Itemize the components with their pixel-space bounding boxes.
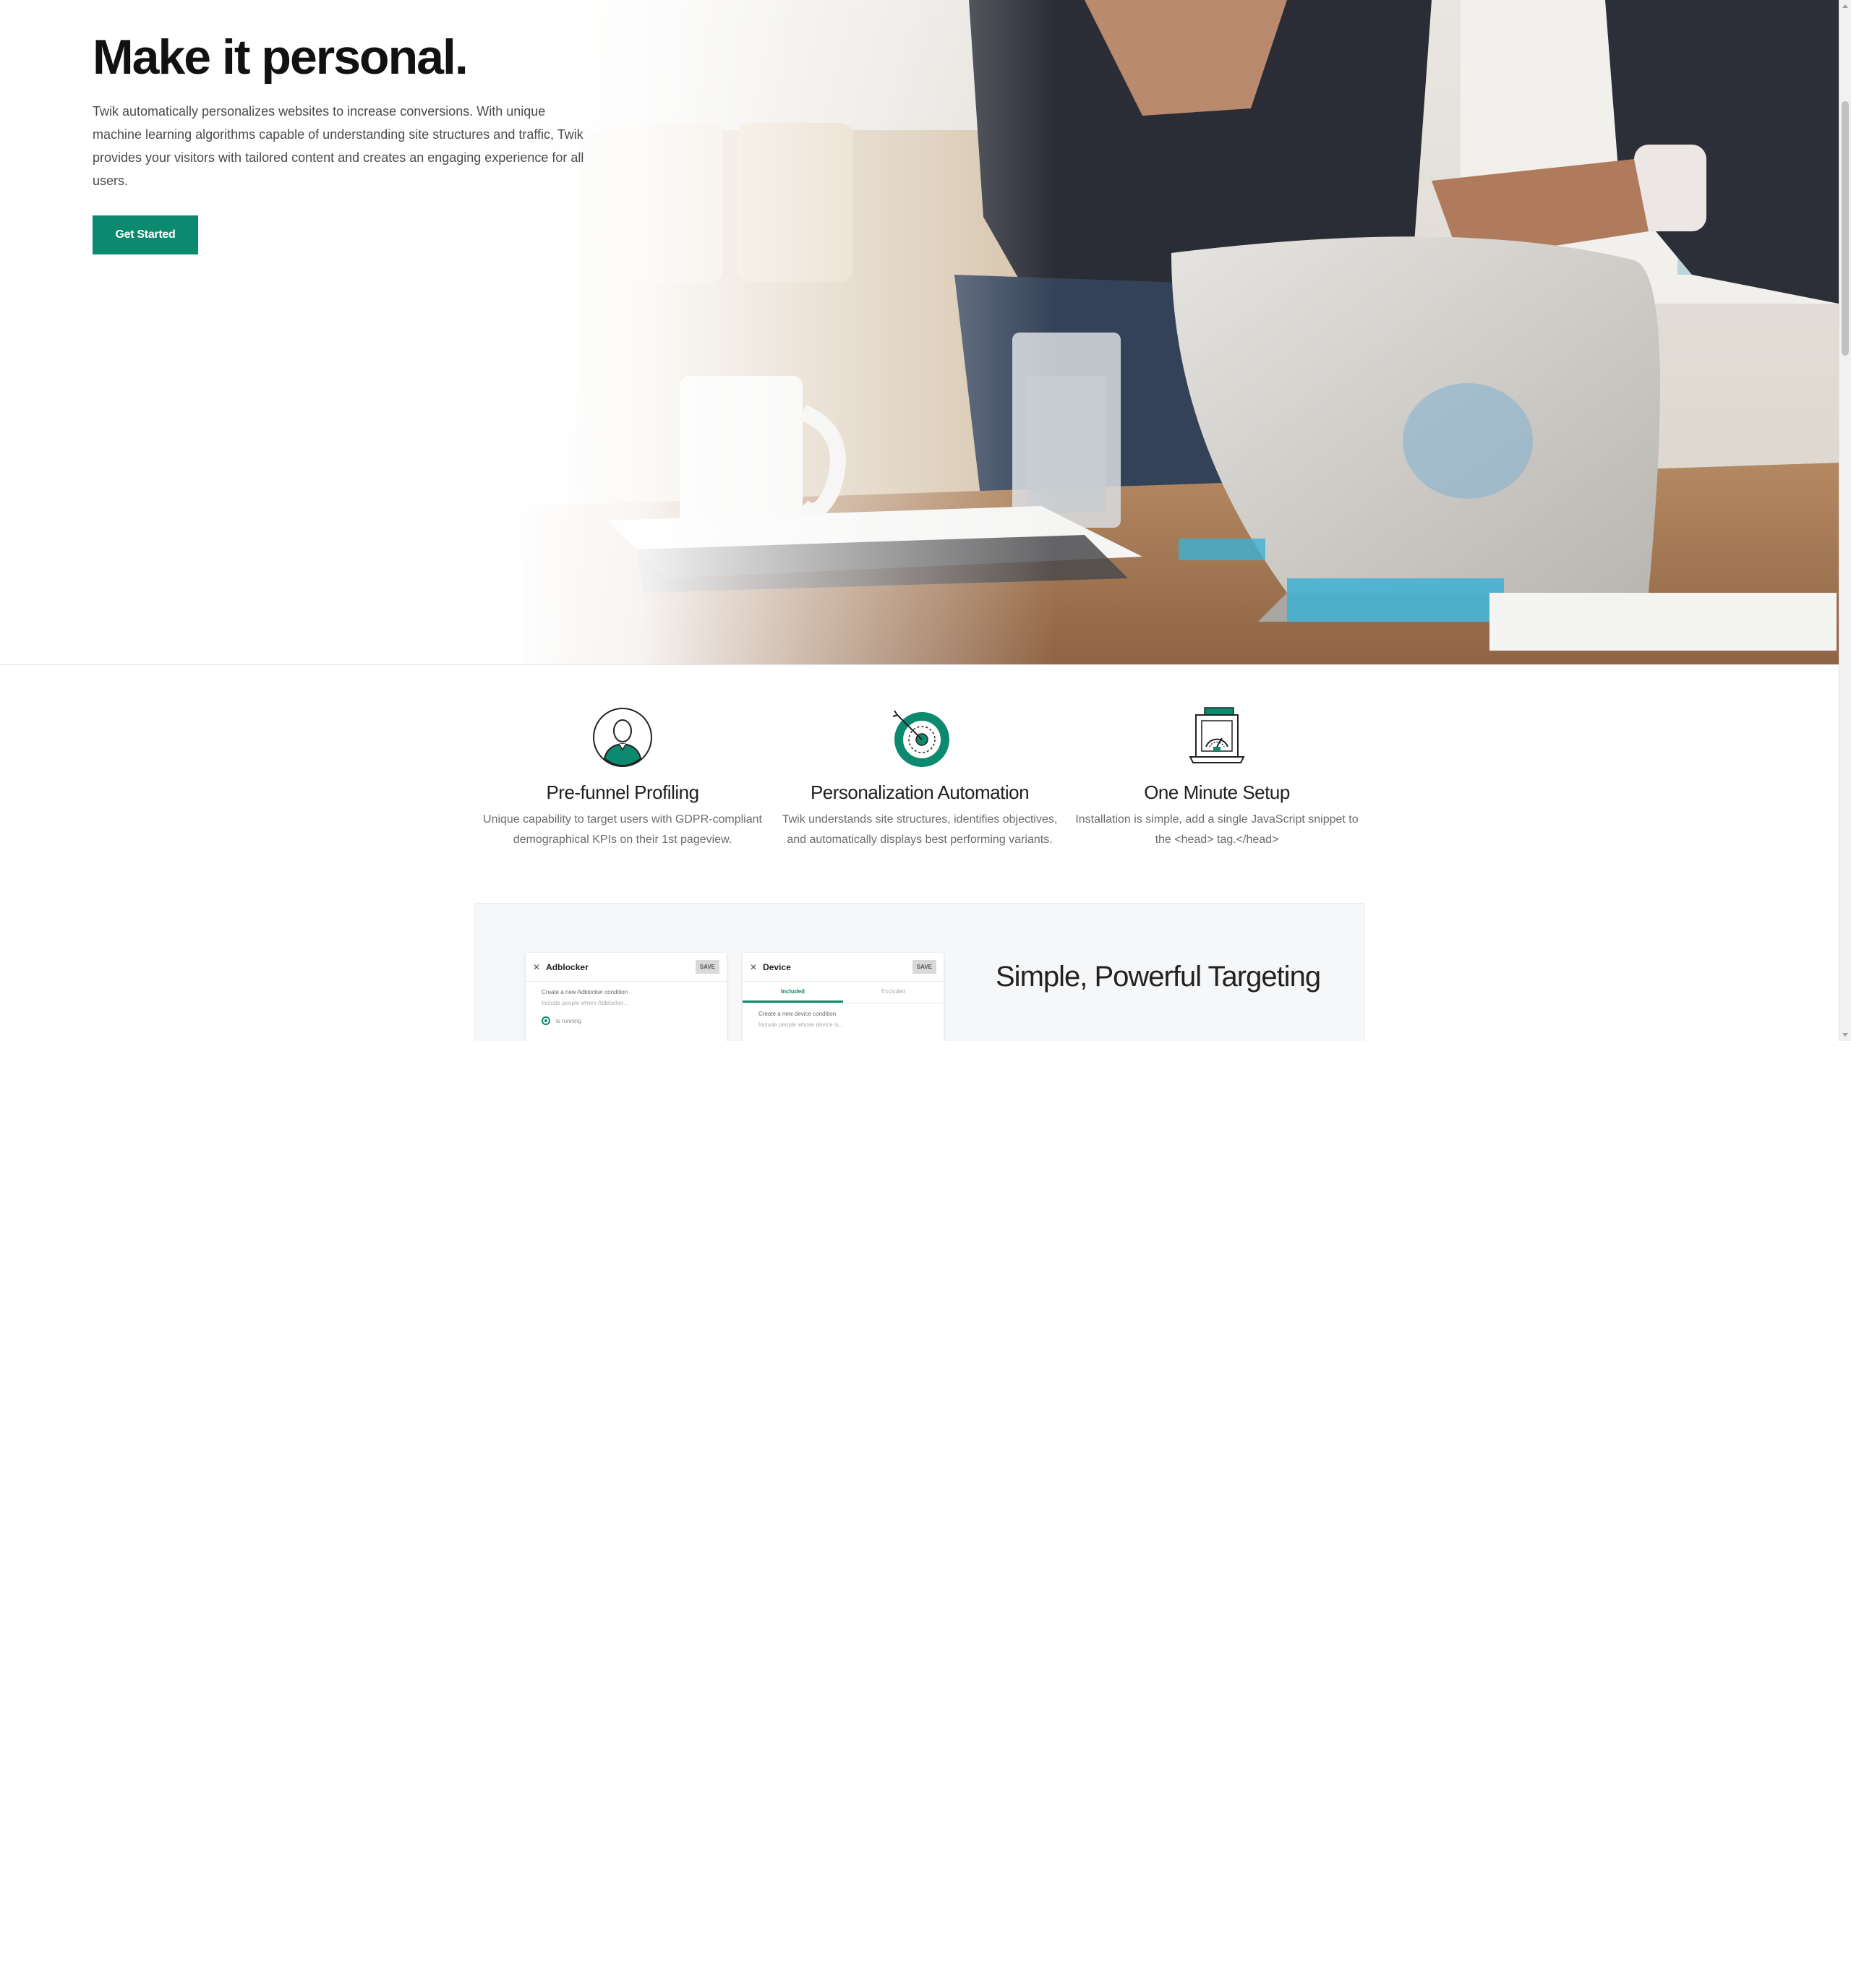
adblocker-panel: ✕ Adblocker SAVE Create a new Adblocker … bbox=[526, 953, 727, 1041]
vertical-scrollbar[interactable] bbox=[1839, 0, 1851, 1041]
condition-subtext: Include people where Adblocker... bbox=[542, 1000, 628, 1006]
condition-heading: Create a new device condition bbox=[758, 1011, 837, 1017]
feature-description: Twik understands site structures, identi… bbox=[782, 813, 1058, 846]
feature-title: One Minute Setup bbox=[1144, 781, 1290, 803]
radio-option-is-running[interactable]: is running bbox=[542, 1016, 711, 1025]
condition-heading: Create a new Adblocker condition bbox=[542, 989, 628, 995]
tab-included[interactable]: Included bbox=[743, 982, 843, 1003]
panel-title: Adblocker bbox=[546, 961, 589, 972]
target-icon bbox=[892, 710, 949, 767]
feature-title: Pre-funnel Profiling bbox=[546, 781, 699, 803]
feature-pre-funnel-profiling: Pre-funnel Profiling Unique capability t… bbox=[474, 705, 771, 850]
condition-subtext: Include people whose device is... bbox=[758, 1021, 844, 1028]
radio-label: is running bbox=[556, 1017, 581, 1024]
save-button[interactable]: SAVE bbox=[695, 960, 719, 974]
page-viewport: Make it personal. Twik automatically per… bbox=[0, 0, 1851, 1041]
scroll-thumb[interactable] bbox=[1842, 101, 1849, 356]
scroll-down-arrow-icon[interactable] bbox=[1842, 1033, 1848, 1037]
feature-description: Installation is simple, add a single Jav… bbox=[1075, 813, 1359, 846]
hero-title: Make it personal. bbox=[93, 30, 469, 85]
panel-body: Create a new Adblocker condition Include… bbox=[526, 982, 727, 1032]
panel-tabs: Included Excluded bbox=[743, 982, 944, 1003]
panel-body: Create a new device condition Include pe… bbox=[743, 1003, 944, 1035]
device-panel: ✕ Device SAVE Included Excluded Create a… bbox=[743, 953, 944, 1041]
laptop-gauge-icon bbox=[1189, 707, 1245, 763]
panel-header: ✕ Device SAVE bbox=[743, 953, 944, 982]
panel-header: ✕ Adblocker SAVE bbox=[526, 953, 727, 982]
targeting-title: Simple, Powerful Targeting bbox=[996, 961, 1321, 993]
targeting-section: ✕ Adblocker SAVE Create a new Adblocker … bbox=[474, 903, 1365, 1041]
feature-personalization-automation: Personalization Automation Twik understa… bbox=[771, 705, 1068, 850]
feature-one-minute-setup: One Minute Setup Installation is simple,… bbox=[1069, 705, 1365, 850]
panel-title: Device bbox=[763, 961, 791, 972]
user-profile-icon bbox=[593, 708, 652, 767]
features-section: Pre-funnel Profiling Unique capability t… bbox=[474, 705, 1365, 864]
feature-title: Personalization Automation bbox=[810, 781, 1030, 803]
save-button[interactable]: SAVE bbox=[912, 960, 936, 974]
feature-description: Unique capability to target users with G… bbox=[483, 813, 762, 846]
close-icon[interactable]: ✕ bbox=[533, 962, 540, 972]
hero-description: Twik automatically personalizes websites… bbox=[93, 104, 584, 188]
tab-excluded[interactable]: Excluded bbox=[843, 982, 944, 1003]
radio-selected-icon bbox=[542, 1016, 550, 1025]
scroll-up-arrow-icon[interactable] bbox=[1842, 4, 1848, 8]
get-started-button[interactable]: Get Started bbox=[93, 215, 198, 254]
close-icon[interactable]: ✕ bbox=[750, 962, 757, 972]
hero-section: Make it personal. Twik automatically per… bbox=[0, 0, 1839, 665]
